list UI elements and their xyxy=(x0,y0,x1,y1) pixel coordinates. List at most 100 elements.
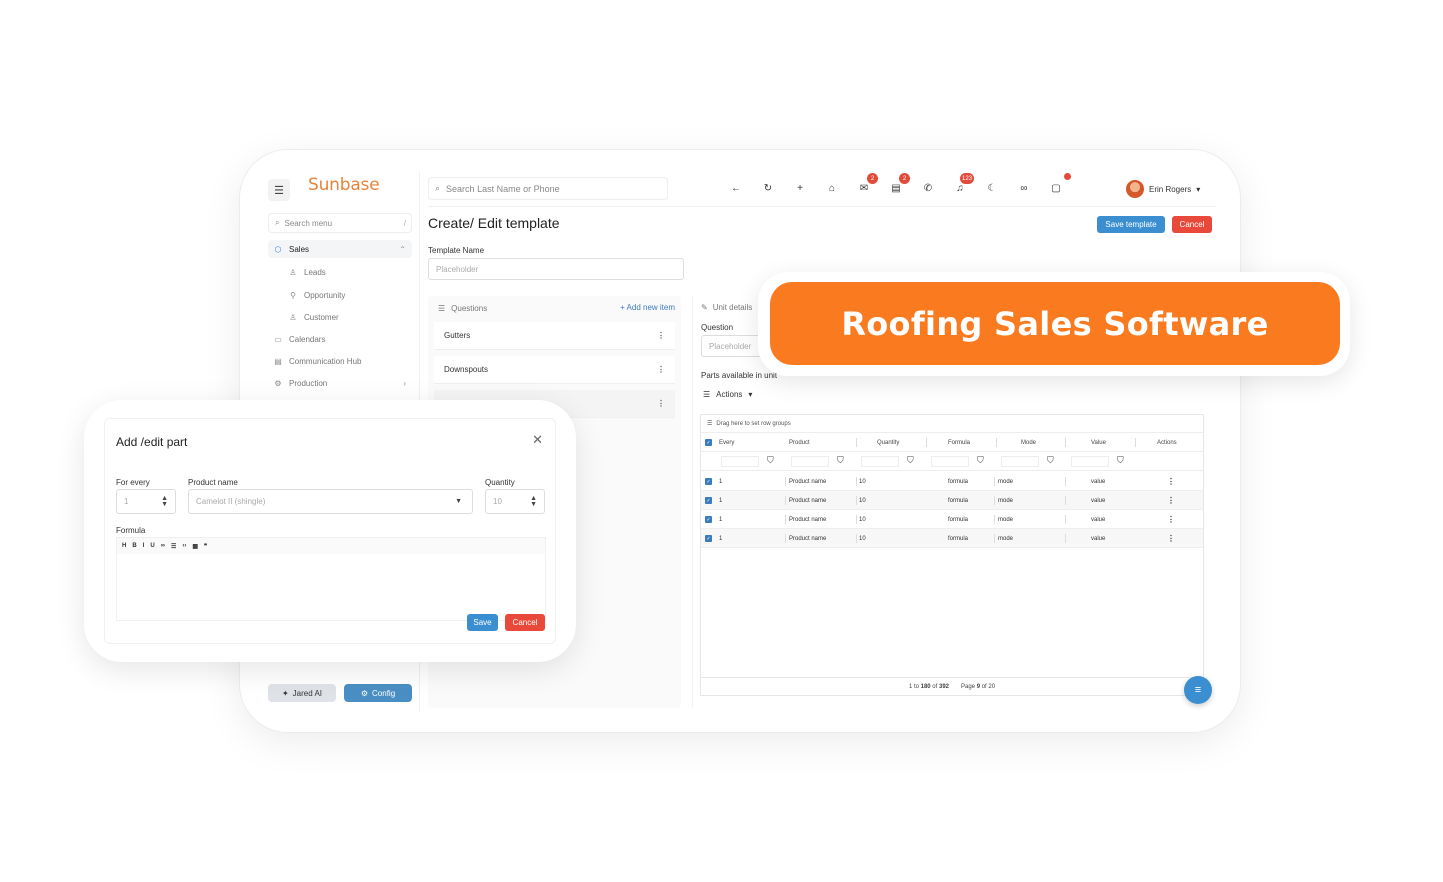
filter-icon[interactable]: ⛉ xyxy=(977,455,984,466)
cancel-button[interactable]: Cancel xyxy=(505,614,545,631)
cell-every: 1 xyxy=(719,516,723,523)
list-icon[interactable]: ☰ xyxy=(171,543,176,550)
quantity-stepper[interactable]: 10 ▲ ▼ xyxy=(485,489,545,514)
select-all-checkbox[interactable]: ✓ xyxy=(705,439,712,446)
jared-ai-button[interactable]: ✦ Jared AI xyxy=(268,684,336,702)
bell-icon[interactable]: ♫ 123 xyxy=(952,173,974,196)
avatar xyxy=(1126,180,1144,198)
sidebar-item-communication-hub[interactable]: ▤ Communication Hub xyxy=(268,352,412,370)
chat-icon[interactable]: ▤ 2 xyxy=(888,173,910,196)
row-actions-icon[interactable]: ⋮ xyxy=(1167,491,1175,510)
filter-icon[interactable]: ⛉ xyxy=(1047,455,1054,466)
column-separator xyxy=(994,515,995,524)
column-separator xyxy=(1065,515,1066,524)
kebab-menu-icon[interactable]: ⋮ xyxy=(657,399,665,408)
sidebar-item-opportunity[interactable]: ⚲ Opportunity xyxy=(268,286,412,304)
stepper-arrows-icon[interactable]: ▲ ▼ xyxy=(161,495,168,508)
table-icon[interactable]: ▦ xyxy=(192,543,198,550)
filter-input-product[interactable] xyxy=(791,456,829,467)
template-name-input[interactable]: Placeholder xyxy=(428,258,684,280)
column-header-value[interactable]: Value xyxy=(1091,433,1106,452)
search-shortcut: / xyxy=(403,218,406,228)
heading-icon[interactable]: H xyxy=(122,543,126,549)
filter-icon[interactable]: ⛉ xyxy=(1117,455,1124,466)
column-separator xyxy=(1065,534,1066,543)
formula-editor[interactable]: H B I U ∞ ☰ ‹› ▦ ❞ xyxy=(116,537,546,621)
template-name-placeholder: Placeholder xyxy=(436,264,479,274)
plus-icon[interactable]: + xyxy=(792,180,808,196)
row-actions-icon[interactable]: ⋮ xyxy=(1167,472,1175,491)
chat-fab-button[interactable]: ≡ xyxy=(1184,676,1212,704)
row-checkbox[interactable]: ✓ xyxy=(705,497,712,504)
column-header-mode[interactable]: Mode xyxy=(1021,433,1036,452)
quote-icon[interactable]: ❞ xyxy=(204,543,207,550)
add-new-item-button[interactable]: + Add new item xyxy=(620,303,675,312)
glasses-icon[interactable]: ∞ xyxy=(1016,180,1032,196)
global-search-input[interactable]: ⌕ Search Last Name or Phone xyxy=(428,177,668,200)
row-checkbox[interactable]: ✓ xyxy=(705,478,712,485)
column-header-formula[interactable]: Formula xyxy=(948,433,970,452)
table-row[interactable]: ✓ 1 Product name 10 formula mode value ⋮ xyxy=(701,529,1203,548)
code-icon[interactable]: ‹› xyxy=(182,543,186,549)
filter-input-quantity[interactable] xyxy=(861,456,899,467)
back-arrow-icon[interactable]: ← xyxy=(728,180,744,196)
filter-input-mode[interactable] xyxy=(1001,456,1039,467)
column-header-quantity[interactable]: Quantity xyxy=(877,433,899,452)
actions-dropdown[interactable]: ☰ Actions ▾ xyxy=(703,390,752,399)
list-item[interactable]: Downspouts ⋮ xyxy=(434,356,675,384)
caret-down-icon: ▾ xyxy=(748,390,753,399)
row-checkbox[interactable]: ✓ xyxy=(705,535,712,542)
row-checkbox[interactable]: ✓ xyxy=(705,516,712,523)
save-button[interactable]: Save xyxy=(467,614,498,631)
config-button[interactable]: ⚙ Config xyxy=(344,684,412,702)
phone-icon[interactable]: ✆ xyxy=(920,180,936,196)
filter-input-formula[interactable] xyxy=(931,456,969,467)
kebab-menu-icon[interactable]: ⋮ xyxy=(657,331,665,340)
menu-toggle-icon[interactable]: ☰ xyxy=(268,179,290,201)
column-separator xyxy=(856,515,857,524)
for-every-stepper[interactable]: 1 ▲ ▼ xyxy=(116,489,176,514)
filter-icon[interactable]: ⛉ xyxy=(767,455,774,466)
link-icon[interactable]: ∞ xyxy=(161,543,165,549)
user-menu[interactable]: Erin Rogers ▾ xyxy=(1126,178,1200,200)
underline-icon[interactable]: U xyxy=(150,543,154,549)
stepper-arrows-icon[interactable]: ▲ ▼ xyxy=(530,495,537,508)
home-icon[interactable]: ⌂ xyxy=(824,180,840,196)
sidebar-item-calendars[interactable]: ▭ Calendars xyxy=(268,330,412,348)
column-separator xyxy=(856,438,857,447)
list-item[interactable]: Gutters ⋮ xyxy=(434,322,675,350)
bold-icon[interactable]: B xyxy=(132,543,136,549)
window-icon[interactable]: ▢ xyxy=(1048,173,1071,196)
save-template-button[interactable]: Save template xyxy=(1097,216,1165,233)
table-row[interactable]: ✓ 1 Product name 10 formula mode value ⋮ xyxy=(701,491,1203,510)
sidebar-item-leads[interactable]: ♙ Leads xyxy=(268,263,412,281)
filter-icon[interactable]: ⛉ xyxy=(907,455,914,466)
close-icon[interactable]: ✕ xyxy=(532,432,543,448)
sidebar-item-production[interactable]: ⚙ Production › xyxy=(268,374,412,392)
sidebar-item-customer[interactable]: ♙ Customer xyxy=(268,308,412,326)
filter-input-every[interactable] xyxy=(721,456,759,467)
product-name-select[interactable]: Camelot II (shingle) ▼ xyxy=(188,489,473,514)
gear-icon: ⚙ xyxy=(360,688,369,698)
cell-value: value xyxy=(1091,516,1106,523)
column-header-every[interactable]: Every xyxy=(719,433,734,452)
mail-icon[interactable]: ✉ 2 xyxy=(856,173,878,196)
filter-input-value[interactable] xyxy=(1071,456,1109,467)
row-actions-icon[interactable]: ⋮ xyxy=(1167,529,1175,548)
sidebar-search[interactable]: ⌕ Search menu / xyxy=(268,213,412,233)
italic-icon[interactable]: I xyxy=(143,543,145,549)
filter-icon[interactable]: ⛉ xyxy=(837,455,844,466)
cell-value: value xyxy=(1091,478,1106,485)
quantity-label: Quantity xyxy=(485,478,515,487)
column-header-product[interactable]: Product xyxy=(789,433,810,452)
table-row[interactable]: ✓ 1 Product name 10 formula mode value ⋮ xyxy=(701,472,1203,491)
kebab-menu-icon[interactable]: ⋮ xyxy=(657,365,665,374)
cancel-button[interactable]: Cancel xyxy=(1172,216,1212,233)
moon-icon[interactable]: ☾ xyxy=(984,180,1000,196)
sidebar-item-label: Calendars xyxy=(289,334,326,344)
table-row[interactable]: ✓ 1 Product name 10 formula mode value ⋮ xyxy=(701,510,1203,529)
refresh-icon[interactable]: ↻ xyxy=(760,180,776,196)
row-actions-icon[interactable]: ⋮ xyxy=(1167,510,1175,529)
sidebar-item-sales[interactable]: ⬡ Sales ⌃ xyxy=(268,240,412,258)
row-group-drop-zone[interactable]: ☰ Drag here to set row groups xyxy=(701,415,1203,433)
